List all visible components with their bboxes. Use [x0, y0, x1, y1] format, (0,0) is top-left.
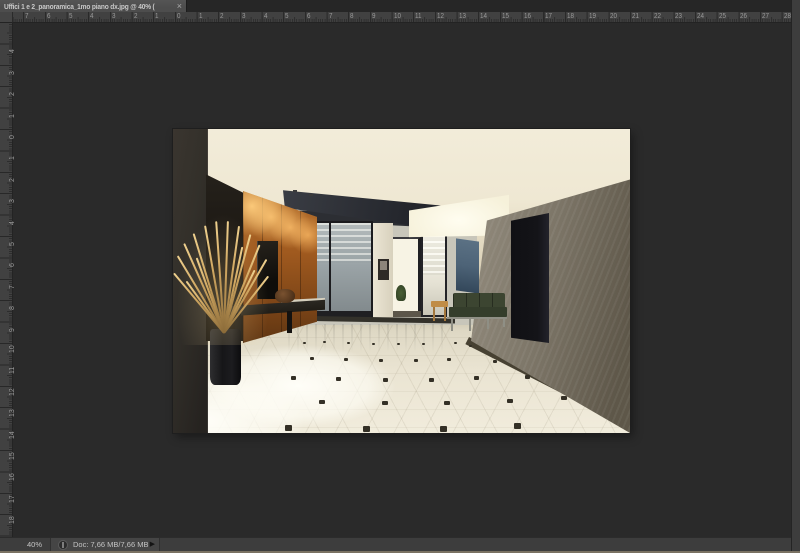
floor-accent-tile — [363, 426, 370, 432]
h-ruler-label: 6 — [47, 13, 51, 20]
doc-size-text: Doc: 7,66 MB/7,66 MB — [73, 540, 148, 549]
h-ruler-label: 18 — [567, 13, 574, 20]
h-ruler-label: 26 — [740, 13, 747, 20]
h-ruler-label: 2 — [220, 13, 224, 20]
glass-door-mullion — [329, 223, 331, 319]
sofa-seat — [449, 307, 507, 317]
floor-accent-tile — [514, 423, 521, 429]
document-photo[interactable] — [173, 129, 630, 433]
floor-accent-tile — [561, 396, 567, 400]
ruler-major-ticks — [0, 22, 12, 537]
h-ruler-label: 28 — [784, 13, 791, 20]
horizontal-ruler[interactable]: 7654321012345678910111213141516171819202… — [0, 12, 791, 23]
floor-reflections — [288, 324, 448, 352]
h-ruler-label: 13 — [459, 13, 466, 20]
small-plant — [396, 285, 406, 301]
sofa-leg — [469, 319, 471, 331]
h-ruler-label: 6 — [307, 13, 311, 20]
ceiling-spot — [309, 194, 313, 196]
floor-accent-tile — [336, 377, 341, 381]
floor-accent-tile — [382, 401, 388, 405]
h-ruler-label: 14 — [480, 13, 487, 20]
floor-accent-tile — [344, 358, 348, 361]
h-ruler-label: 19 — [589, 13, 596, 20]
h-ruler-label: 23 — [675, 13, 682, 20]
floor-accent-tile — [493, 360, 497, 363]
h-ruler-label: 1 — [155, 13, 159, 20]
h-ruler-label: 21 — [632, 13, 639, 20]
blue-wall-panel — [456, 238, 479, 293]
floor-accent-tile — [444, 401, 450, 405]
floor-accent-tile — [291, 376, 296, 380]
h-ruler-label: 11 — [415, 13, 422, 20]
floor-accent-tile — [379, 359, 383, 362]
sofa-frame — [447, 317, 507, 319]
floor-accent-tile — [454, 342, 457, 344]
floor-accent-tile — [440, 426, 447, 432]
h-ruler-label: 16 — [524, 13, 531, 20]
bright-doorway — [393, 237, 421, 317]
ceiling-spot — [293, 190, 297, 192]
dark-doorway — [511, 213, 549, 343]
h-ruler-label: 10 — [394, 13, 401, 20]
h-ruler-label: 20 — [610, 13, 617, 20]
h-ruler-label: 7 — [329, 13, 333, 20]
tab-bar: Uffici 1 e 2_panoramica_1mo piano dx.jpg… — [0, 0, 800, 12]
h-ruler-label: 27 — [762, 13, 769, 20]
h-ruler-label: 2 — [134, 13, 138, 20]
h-ruler-label: 5 — [285, 13, 289, 20]
zoom-level-field[interactable]: 40% — [27, 540, 42, 549]
h-ruler-label: 7 — [25, 13, 29, 20]
doc-info-field[interactable]: Doc: 7,66 MB/7,66 MB ▶ — [50, 538, 160, 552]
sofa-leg — [503, 317, 505, 327]
h-ruler-label: 17 — [545, 13, 552, 20]
floor-accent-tile — [414, 359, 418, 362]
doorway-step — [393, 311, 421, 317]
status-bar: 40% Doc: 7,66 MB/7,66 MB ▶ — [0, 537, 791, 552]
h-ruler-label: 9 — [372, 13, 376, 20]
floor-accent-tile — [507, 399, 513, 403]
small-wall-picture — [378, 259, 389, 280]
h-ruler-label: 22 — [654, 13, 661, 20]
dried-grass-plant — [185, 221, 261, 337]
h-ruler-label: 1 — [199, 13, 203, 20]
ruler-origin-corner[interactable] — [0, 12, 13, 23]
h-ruler-label: 4 — [264, 13, 268, 20]
document-tab-title: Uffici 1 e 2_panoramica_1mo piano dx.jpg… — [4, 2, 154, 11]
h-ruler-label: 24 — [697, 13, 704, 20]
floor-accent-tile — [469, 345, 472, 347]
bench-leg — [287, 311, 292, 333]
floor-accent-tile — [383, 378, 388, 382]
floor-accent-tile — [429, 378, 434, 382]
right-edge-strip — [791, 0, 800, 553]
document-status-icon — [58, 540, 68, 550]
h-ruler-label: 4 — [90, 13, 94, 20]
bench-sculpture — [275, 289, 295, 303]
floor-accent-tile — [474, 376, 479, 380]
h-ruler-label: 3 — [242, 13, 246, 20]
h-ruler-label: 25 — [719, 13, 726, 20]
h-ruler-label: 0 — [177, 13, 181, 20]
sofa-leg — [451, 319, 453, 331]
floor-accent-tile — [319, 400, 325, 404]
floor-accent-tile — [310, 357, 314, 360]
tab-close-icon[interactable]: × — [177, 1, 182, 11]
side-table — [431, 301, 448, 307]
h-ruler-label: 3 — [112, 13, 116, 20]
h-ruler-label: 15 — [502, 13, 509, 20]
floor-accent-tile — [285, 425, 292, 431]
h-ruler-label: 8 — [350, 13, 354, 20]
document-tab[interactable]: Uffici 1 e 2_panoramica_1mo piano dx.jpg… — [0, 0, 187, 12]
vertical-ruler[interactable] — [0, 22, 13, 537]
sofa-leg — [487, 318, 489, 329]
status-menu-arrow-icon[interactable]: ▶ — [150, 540, 155, 548]
h-ruler-label: 5 — [69, 13, 73, 20]
horizontal-ruler-labels: 7654321012345678910111213141516171819202… — [0, 12, 791, 22]
floor-accent-tile — [525, 375, 530, 379]
h-ruler-label: 12 — [437, 13, 444, 20]
floor-accent-tile — [447, 358, 451, 361]
